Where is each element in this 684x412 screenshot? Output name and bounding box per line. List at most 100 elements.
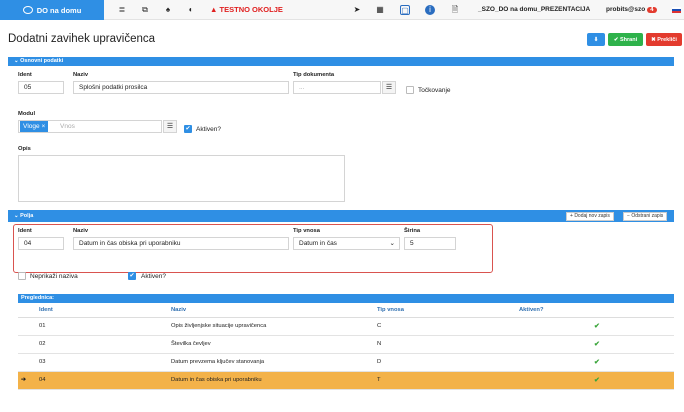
cell-name: Datum in čas obiska pri uporabniku bbox=[168, 371, 374, 390]
column-header-active[interactable]: Aktiven? bbox=[516, 303, 674, 318]
arrow-right-icon: ➔ bbox=[21, 377, 26, 383]
test-environment-warning: ▲ TESTNO OKOLJE bbox=[210, 5, 283, 14]
language-flag-icon[interactable] bbox=[672, 7, 681, 13]
presentation-name[interactable]: _SZO_DO na domu_PREZENTACIJA bbox=[478, 6, 590, 13]
warning-text: TESTNO OKOLJE bbox=[219, 5, 283, 14]
list-icon[interactable]: ≣ bbox=[117, 5, 127, 15]
hide-name-label: Neprikaži naziva bbox=[30, 273, 78, 280]
top-bar: DO na domu ≣ ⧉ ♠ ◐ ▲ TESTNO OKOLJE ➤ ▦ ▢… bbox=[0, 0, 684, 20]
cell-name: Številka čevljev bbox=[168, 335, 374, 354]
scoring-checkbox[interactable] bbox=[406, 86, 414, 94]
check-icon: ✔ bbox=[594, 323, 600, 330]
module-placeholder: Vnos bbox=[60, 123, 75, 130]
check-icon: ✔ bbox=[594, 359, 600, 366]
document-icon[interactable]: 🗎 bbox=[450, 5, 460, 15]
active-label: Aktiven? bbox=[196, 126, 221, 133]
basic-section-header[interactable]: ⌄ Osnovni podatki bbox=[8, 57, 674, 66]
description-textarea[interactable] bbox=[18, 155, 345, 202]
send-icon[interactable]: ➤ bbox=[352, 5, 362, 15]
cell-type: D bbox=[374, 353, 516, 372]
column-header-type[interactable]: Tip vnosa bbox=[374, 303, 516, 318]
user-name: probits@szo bbox=[606, 6, 646, 13]
cell-name: Opis življenjske situacije upravičenca bbox=[168, 317, 374, 336]
field-active-label: Aktiven? bbox=[141, 273, 166, 280]
document-type-picker-button[interactable]: ☰ bbox=[382, 81, 396, 94]
table-row-selected[interactable]: ➔ 04 Datum in čas obiska pri uporabniku … bbox=[18, 371, 674, 390]
add-record-button[interactable]: + Dodaj nov zapis bbox=[566, 212, 614, 221]
add-record-label: Dodaj nov zapis bbox=[574, 213, 610, 219]
module-tag-label: Vloge bbox=[23, 123, 40, 130]
cell-name: Datum prevzema ključev stanovanja bbox=[168, 353, 374, 372]
grid-title: Preglednica: bbox=[18, 294, 674, 303]
ident-label: Ident bbox=[18, 72, 32, 78]
panel-icon[interactable]: ▢ bbox=[400, 5, 410, 15]
bell-icon[interactable]: ♠ bbox=[163, 5, 173, 15]
cancel-label: Prekliči bbox=[657, 36, 677, 43]
name-input[interactable]: Splošni podatki prosilca bbox=[73, 81, 289, 94]
cancel-button[interactable]: ✖ Prekliči bbox=[646, 33, 682, 46]
row-marker bbox=[18, 317, 36, 336]
x-icon: ✖ bbox=[651, 36, 656, 43]
document-type-input[interactable]: ... bbox=[293, 81, 381, 94]
module-tag[interactable]: Vloge × bbox=[20, 121, 49, 132]
fields-section-label: Polja bbox=[20, 213, 34, 219]
cell-ident: 01 bbox=[36, 317, 168, 336]
keyboard-icon[interactable]: ▦ bbox=[375, 5, 385, 15]
ident-input[interactable]: 05 bbox=[18, 81, 64, 94]
brand-logo-icon bbox=[22, 6, 33, 14]
cell-ident: 02 bbox=[36, 335, 168, 354]
brand-link[interactable]: DO na domu bbox=[0, 0, 104, 20]
document-type-label: Tip dokumenta bbox=[293, 72, 335, 78]
row-marker bbox=[18, 353, 36, 372]
info-icon[interactable]: i bbox=[425, 5, 435, 15]
table-row[interactable]: 03 Datum prevzema ključev stanovanja D ✔ bbox=[18, 353, 674, 372]
scoring-label: Točkovanje bbox=[418, 87, 451, 94]
field-active-checkbox[interactable]: ✔ bbox=[128, 272, 136, 280]
list-icon: ☰ bbox=[166, 123, 174, 130]
hide-name-checkbox[interactable] bbox=[18, 272, 26, 280]
list-icon: ☰ bbox=[385, 84, 393, 91]
module-picker-button[interactable]: ☰ bbox=[163, 120, 177, 133]
save-button[interactable]: ✔ Shrani bbox=[608, 33, 643, 46]
save-label: Shrani bbox=[620, 36, 638, 43]
cell-ident: 04 bbox=[36, 371, 168, 390]
description-label: Opis bbox=[18, 146, 31, 152]
column-header-name[interactable]: Naziv bbox=[168, 303, 374, 318]
cell-ident: 03 bbox=[36, 353, 168, 372]
row-marker bbox=[18, 335, 36, 354]
row-marker: ➔ bbox=[18, 371, 36, 390]
check-icon: ✔ bbox=[594, 341, 600, 348]
basic-section-label: Osnovni podatki bbox=[20, 58, 64, 64]
plus-icon: + bbox=[570, 213, 573, 219]
column-header-ident[interactable]: Ident bbox=[36, 303, 168, 318]
remove-record-button[interactable]: − Odstrani zapis bbox=[623, 212, 668, 221]
column-header-marker bbox=[18, 303, 36, 318]
name-label: Naziv bbox=[73, 72, 89, 78]
download-button[interactable]: ⬇ bbox=[587, 33, 605, 46]
notification-badge: 4 bbox=[647, 7, 657, 13]
remove-tag-icon[interactable]: × bbox=[41, 123, 45, 130]
table-header-row: Ident Naziv Tip vnosa Aktiven? bbox=[18, 303, 674, 318]
remove-record-label: Odstrani zapis bbox=[631, 213, 664, 219]
user-menu[interactable]: probits@szo 4 bbox=[606, 6, 657, 13]
page-title: Dodatni zavihek upravičenca bbox=[8, 33, 156, 45]
cell-type: T bbox=[374, 371, 516, 390]
warning-icon: ▲ bbox=[210, 5, 218, 14]
brand-name: DO na domu bbox=[36, 5, 82, 15]
active-checkbox[interactable]: ✔ bbox=[184, 125, 192, 133]
module-label: Modul bbox=[18, 111, 36, 117]
highlight-frame bbox=[13, 224, 493, 273]
table-row[interactable]: 02 Številka čevljev N ✔ bbox=[18, 335, 674, 354]
records-table: Ident Naziv Tip vnosa Aktiven? 01 Opis ž… bbox=[18, 303, 674, 390]
table-row[interactable]: 01 Opis življenjske situacije upravičenc… bbox=[18, 317, 674, 336]
download-icon: ⬇ bbox=[593, 36, 599, 43]
chevron-down-icon: ⌄ bbox=[14, 58, 19, 64]
cell-type: C bbox=[374, 317, 516, 336]
minus-icon: − bbox=[627, 213, 630, 219]
check-icon: ✔ bbox=[594, 377, 600, 384]
contrast-icon[interactable]: ◐ bbox=[186, 5, 196, 15]
check-icon: ✔ bbox=[613, 36, 619, 43]
external-icon[interactable]: ⧉ bbox=[140, 5, 150, 15]
cell-type: N bbox=[374, 335, 516, 354]
chevron-down-icon: ⌄ bbox=[14, 213, 19, 219]
